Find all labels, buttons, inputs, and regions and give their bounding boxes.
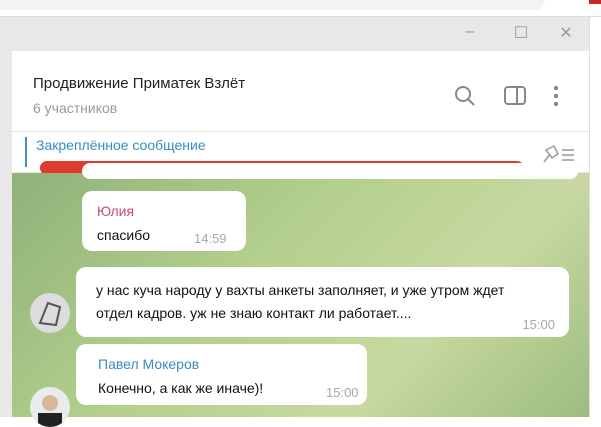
chat-header[interactable]: Продвижение Приматек Взлёт 6 участников bbox=[12, 51, 589, 132]
sender-name: Юлия bbox=[97, 203, 135, 219]
minimize-button[interactable]: ‒ bbox=[459, 23, 481, 43]
avatar[interactable] bbox=[30, 387, 70, 427]
message-bubble[interactable]: Павел Мокеров Конечно, а как же иначе)! … bbox=[76, 344, 367, 405]
message-bubble[interactable]: Юлия спасибо 14:59 bbox=[82, 191, 246, 251]
message-text: спасибо bbox=[97, 227, 150, 243]
message-time: 14:59 bbox=[194, 231, 227, 246]
message-time: 15:00 bbox=[522, 317, 555, 332]
message-text: Конечно, а как же иначе)! bbox=[98, 380, 264, 396]
message-time: 15:00 bbox=[326, 385, 359, 400]
pinned-accent bbox=[25, 137, 27, 167]
search-icon[interactable] bbox=[454, 85, 476, 107]
pinned-label: Закреплённое сообщение bbox=[36, 137, 206, 153]
telegram-window: ‒ ☐ ✕ Продвижение Приматек Взлёт 6 участ… bbox=[0, 17, 590, 427]
sender-name: Павел Мокеров bbox=[98, 356, 200, 372]
sidebar-toggle-icon[interactable] bbox=[504, 85, 526, 107]
previous-message-bubble bbox=[82, 163, 578, 179]
message-bubble[interactable]: у нас куча народу у вахты анкеты заполня… bbox=[76, 267, 569, 337]
close-button[interactable]: ✕ bbox=[555, 23, 577, 43]
pinned-list-icon[interactable] bbox=[540, 144, 576, 164]
avatar[interactable] bbox=[30, 293, 70, 333]
chat-title: Продвижение Приматек Взлёт bbox=[33, 75, 246, 92]
member-count: 6 участников bbox=[33, 100, 118, 116]
title-bar: ‒ ☐ ✕ bbox=[0, 17, 589, 51]
message-text: у нас куча народу у вахты анкеты заполня… bbox=[96, 282, 505, 321]
more-menu-icon[interactable] bbox=[552, 85, 560, 107]
chat-area: Юлия спасибо 14:59 у нас куча народу у в… bbox=[12, 163, 589, 427]
browser-strip bbox=[0, 0, 601, 17]
maximize-button[interactable]: ☐ bbox=[510, 23, 532, 43]
